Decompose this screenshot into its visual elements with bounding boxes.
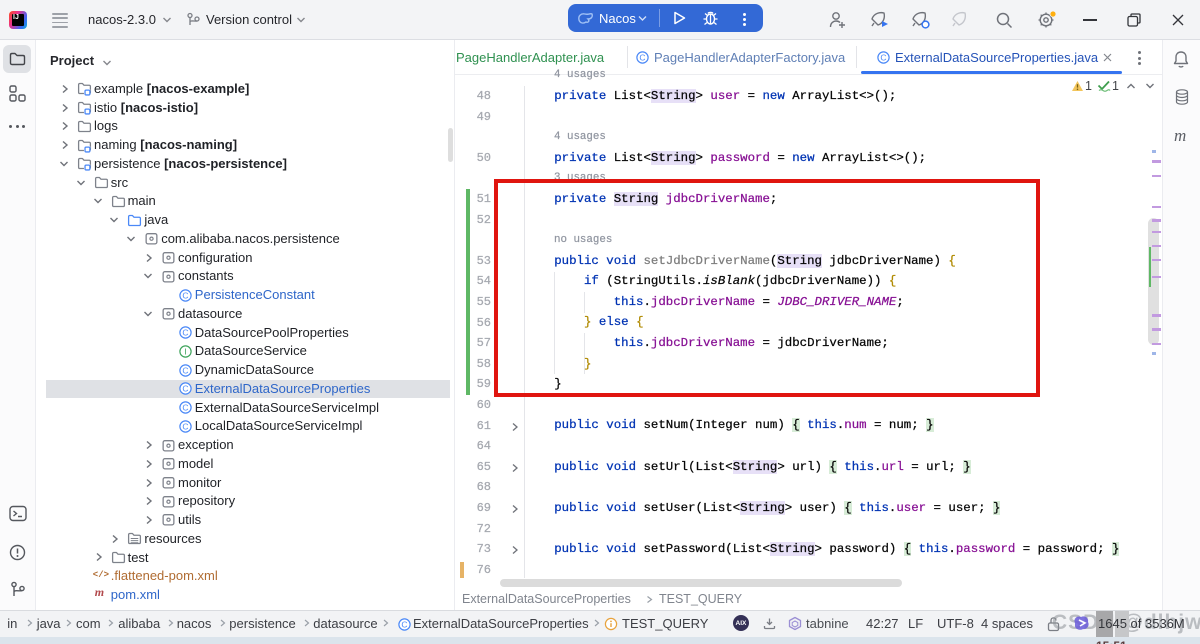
svg-text:C: C — [182, 421, 188, 431]
svg-text:I: I — [184, 346, 186, 356]
svg-text:C: C — [182, 290, 188, 300]
svg-text:C: C — [880, 53, 886, 63]
svg-text:C: C — [182, 403, 188, 413]
svg-text:C: C — [401, 620, 407, 630]
svg-text:C: C — [639, 53, 645, 63]
svg-text:C: C — [182, 365, 188, 375]
svg-text:C: C — [182, 328, 188, 338]
svg-text:C: C — [182, 384, 188, 394]
